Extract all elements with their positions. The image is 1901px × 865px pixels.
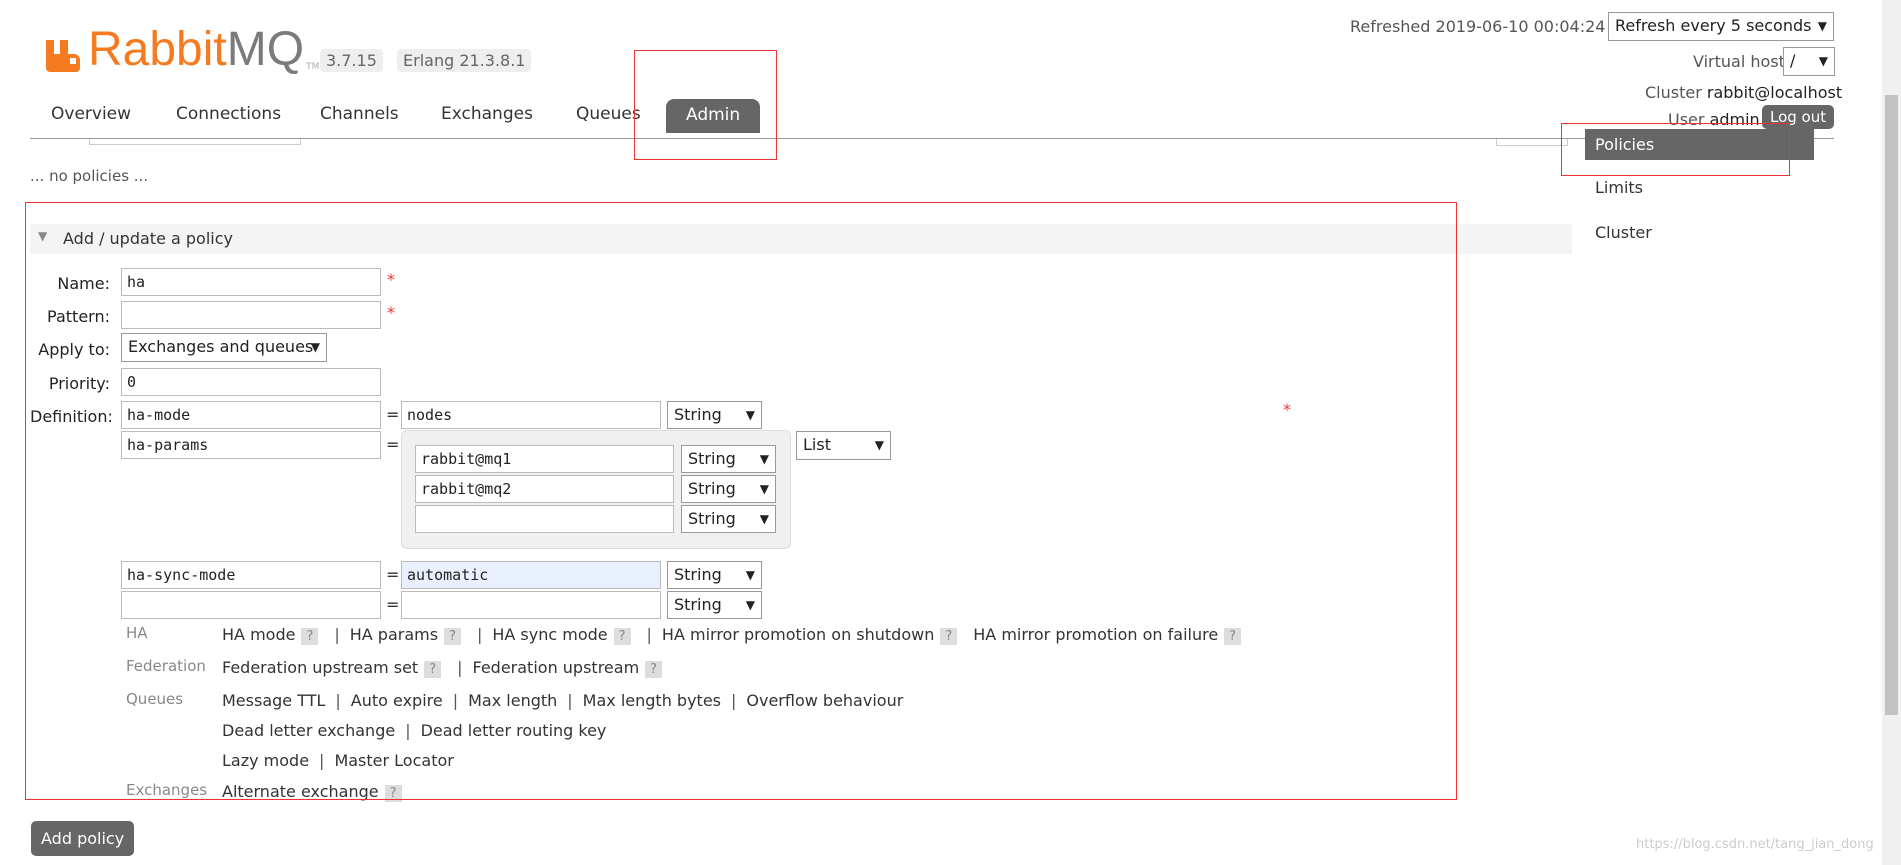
tab-overview[interactable]: Overview (51, 104, 131, 124)
logo-text-rabbit: Rabbit (88, 23, 227, 76)
annotation-box-policy-form (25, 202, 1457, 800)
erlang-version-badge: Erlang 21.3.8.1 (397, 49, 532, 72)
logo-text-mq: MQ (226, 23, 305, 76)
cluster-label: Cluster (1645, 83, 1702, 102)
vhost-value: / (1790, 51, 1796, 70)
tab-queues[interactable]: Queues (576, 104, 641, 124)
logo-trademark: TM (306, 62, 320, 72)
tab-exchanges[interactable]: Exchanges (441, 104, 533, 124)
annotation-box-policies (1561, 123, 1790, 176)
sidebar-item-limits[interactable]: Limits (1595, 178, 1643, 197)
page-size-input-remnant (1496, 139, 1568, 146)
version-badge: 3.7.15 (320, 49, 383, 72)
rabbitmq-logo[interactable]: RabbitMQ TM (44, 22, 320, 74)
tab-channels[interactable]: Channels (320, 104, 399, 124)
refresh-interval-select[interactable]: Refresh every 5 seconds ▼ (1608, 12, 1834, 41)
cluster-name: rabbit@localhost (1706, 83, 1843, 102)
refresh-interval-value: Refresh every 5 seconds (1615, 16, 1812, 35)
sidebar-item-cluster[interactable]: Cluster (1595, 223, 1652, 242)
logo-wordmark: RabbitMQ (88, 26, 304, 74)
scrollbar-thumb[interactable] (1885, 95, 1898, 715)
cluster-info: Cluster rabbit@localhost (1645, 83, 1842, 102)
tab-connections[interactable]: Connections (176, 104, 281, 124)
no-policies-text: ... no policies ... (30, 167, 149, 185)
refreshed-timestamp: Refreshed 2019-06-10 00:04:24 (1350, 17, 1606, 36)
vhost-label: Virtual host (1693, 52, 1785, 71)
annotation-box-admin-tab (634, 50, 777, 160)
vhost-select[interactable]: / ▼ (1783, 47, 1835, 76)
dropdown-arrow-icon: ▼ (1818, 54, 1828, 68)
dropdown-arrow-icon: ▼ (1817, 19, 1827, 33)
watermark: https://blog.csdn.net/tang_jian_dong (1636, 837, 1874, 852)
rabbit-logo-icon (44, 32, 84, 72)
filter-input-remnant (89, 139, 301, 145)
add-policy-button[interactable]: Add policy (31, 821, 135, 856)
page-scrollbar[interactable] (1882, 0, 1901, 865)
